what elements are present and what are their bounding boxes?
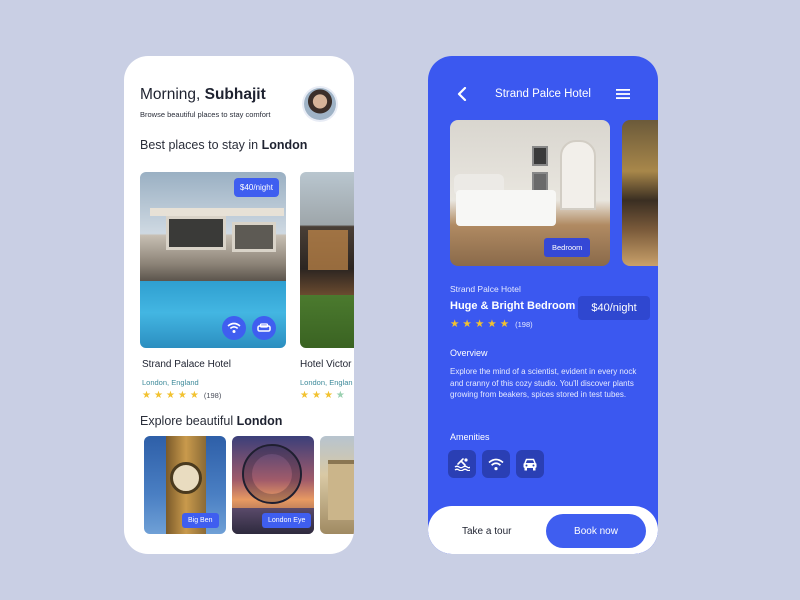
house-window [166, 216, 226, 250]
place-card[interactable] [320, 436, 354, 534]
star-icon: ★ [311, 390, 321, 401]
review-count: (198) [203, 391, 222, 400]
star-icon: ★ [142, 390, 151, 401]
place-label: Big Ben [182, 513, 219, 528]
amenities-heading: Amenities [450, 432, 490, 442]
price-badge: $40/night [234, 178, 279, 197]
star-icon: ★ [153, 390, 163, 401]
house-window-glow [308, 230, 348, 270]
booking-bar: Take a tour Book now [428, 506, 658, 554]
wifi-icon [227, 322, 241, 333]
star-icon: ★ [450, 318, 460, 330]
star-icon: ★ [487, 318, 497, 330]
star-icon: ★ [499, 318, 510, 330]
book-now-button[interactable]: Book now [546, 514, 646, 548]
car-icon [523, 458, 537, 470]
explore-title: Explore beautiful London [140, 414, 282, 428]
greeting-prefix: Morning, [140, 86, 205, 103]
amenity-wifi[interactable] [482, 450, 510, 478]
wifi-icon [488, 458, 504, 470]
amenity-pool[interactable] [448, 450, 476, 478]
explore-prefix: Explore beautiful [140, 414, 237, 428]
star-icon: ★ [323, 390, 333, 401]
place-card-big-ben[interactable]: Big Ben [144, 436, 226, 534]
hamburger-icon [616, 89, 630, 99]
star-icon: ★ [335, 390, 345, 401]
place-label: London Eye [262, 513, 312, 528]
star-icon: ★ [474, 318, 485, 330]
place-card-london-eye[interactable]: London Eye [232, 436, 314, 534]
clock-shape [170, 462, 202, 494]
take-tour-button[interactable]: Take a tour [462, 526, 511, 537]
detail-screen: Strand Palce Hotel Bedroom Strand Palce … [428, 56, 658, 554]
menu-button[interactable] [614, 86, 632, 102]
house-slab [150, 208, 284, 216]
best-places-title: Best places to stay in London [140, 138, 307, 152]
star-icon: ★ [189, 390, 199, 401]
room-rating: ★ ★ ★ ★ ★ (198) [450, 318, 533, 330]
explore-city: London [236, 414, 283, 428]
bed-shape [456, 190, 556, 226]
star-icon: ★ [165, 390, 175, 401]
hotel-rating: ★ ★ ★ ★ ★ (198) [142, 390, 221, 401]
avatar[interactable] [304, 88, 336, 120]
hotel-name[interactable]: Hotel Victor [300, 359, 352, 370]
building-shape [328, 460, 354, 520]
wifi-button[interactable] [222, 316, 246, 340]
hotel-location: London, Englan [300, 378, 353, 387]
overview-text: Explore the mind of a scientist, evident… [450, 367, 637, 400]
price-badge: $40/night [578, 296, 650, 320]
picture-frame [532, 146, 548, 166]
hotel-rating: ★ ★ ★ ★ [300, 390, 345, 401]
greeting: Morning, Subhajit [140, 86, 266, 104]
overview-heading: Overview [450, 348, 488, 358]
star-icon: ★ [462, 318, 472, 330]
hotel-name: Strand Palce Hotel [450, 284, 521, 294]
room-type-badge: Bedroom [544, 238, 591, 257]
door-shape [560, 140, 596, 210]
home-screen: Morning, Subhajit Browse beautiful place… [124, 56, 354, 554]
greeting-subtitle: Browse beautiful places to stay comfort [140, 110, 271, 119]
room-name: Huge & Bright Bedroom [450, 300, 576, 312]
greeting-name: Subhajit [204, 86, 266, 103]
amenity-parking[interactable] [516, 450, 544, 478]
review-count: (198) [515, 319, 533, 329]
sofa-button[interactable] [252, 316, 276, 340]
hotel-location: London, England [142, 378, 199, 387]
room-image[interactable] [622, 120, 658, 266]
pool-icon [454, 458, 470, 471]
best-city: London [261, 138, 308, 152]
star-icon: ★ [300, 390, 309, 401]
house-window [232, 222, 276, 252]
hotel-name[interactable]: Strand Palace Hotel [142, 359, 231, 370]
wheel-shape [242, 444, 302, 504]
best-prefix: Best places to stay in [140, 138, 262, 152]
sofa-icon [257, 323, 271, 332]
star-icon: ★ [177, 390, 187, 401]
hotel-card-image[interactable] [300, 172, 354, 348]
